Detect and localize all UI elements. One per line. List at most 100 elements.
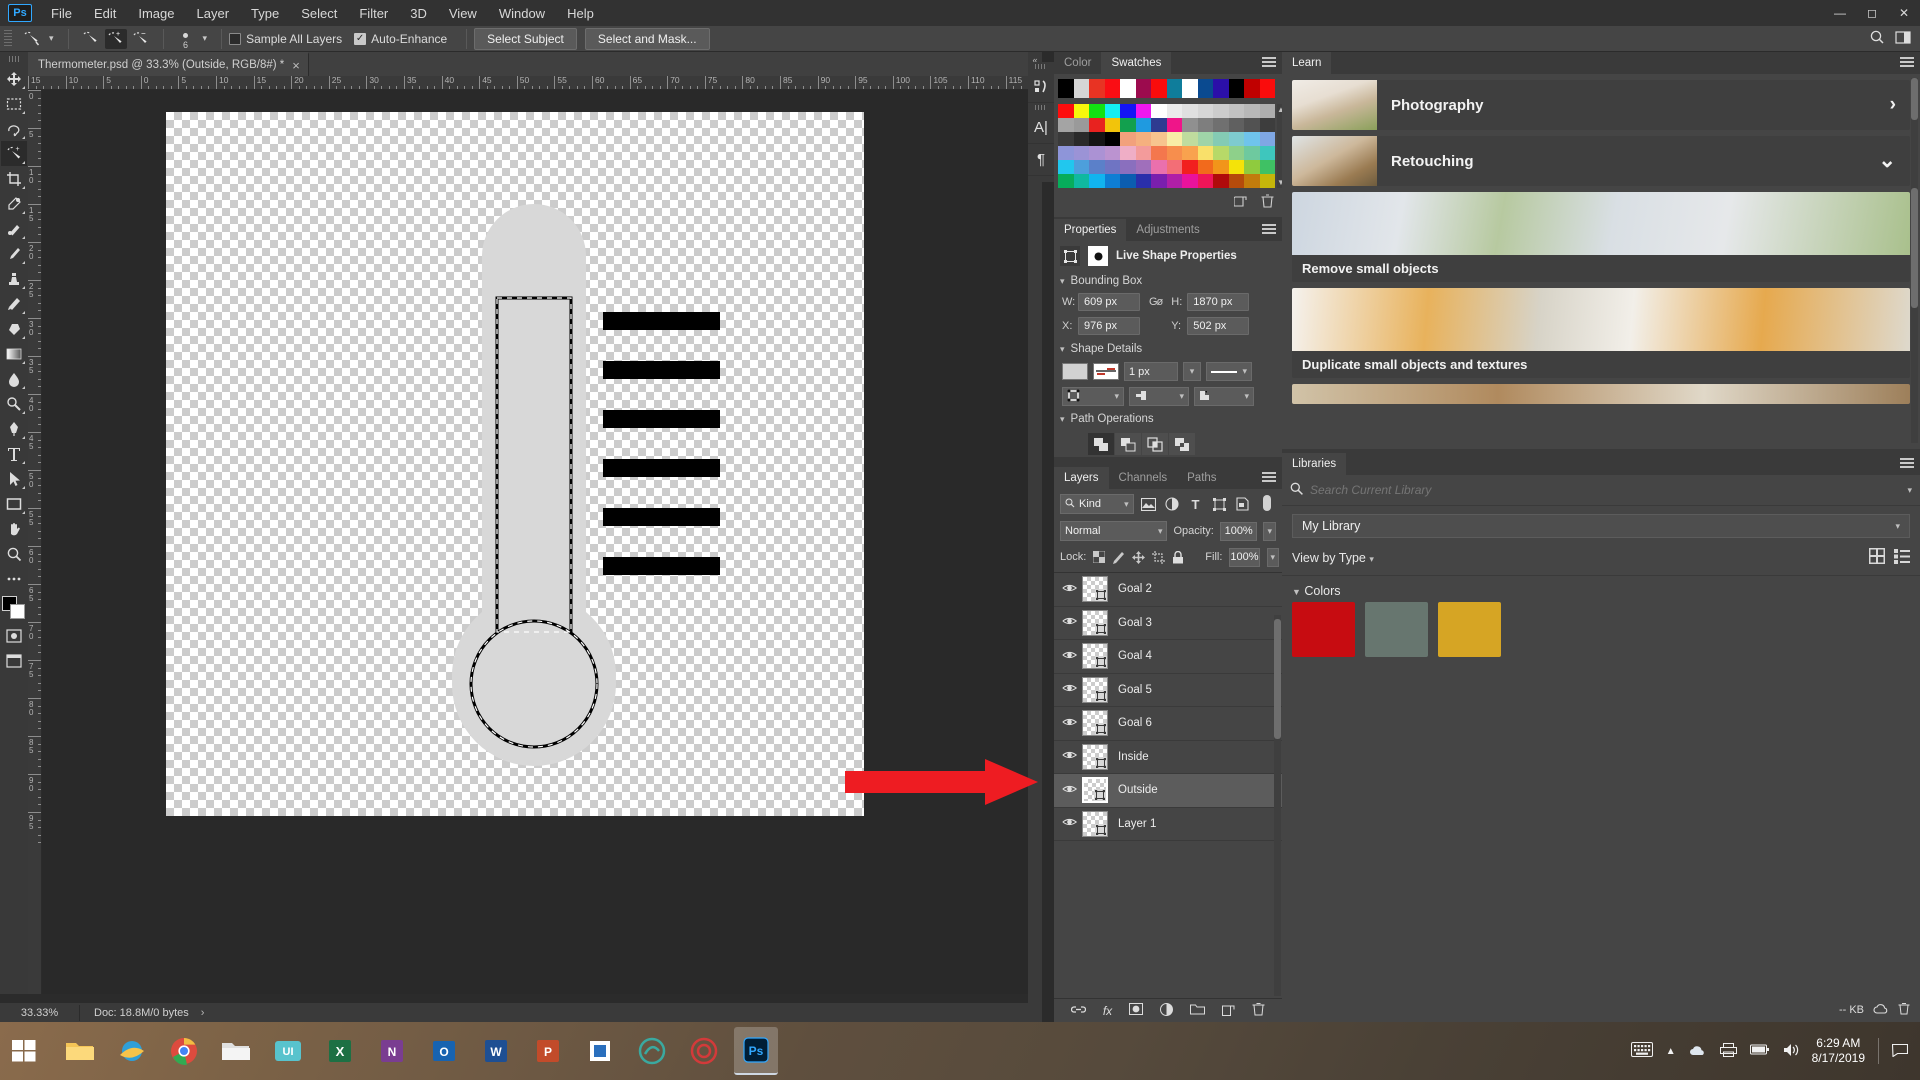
stroke-width-combo[interactable]: 1 px (1124, 362, 1178, 381)
learn-panel-menu-icon[interactable] (1900, 57, 1914, 69)
recent-swatch[interactable] (1073, 79, 1089, 98)
swatch[interactable] (1166, 160, 1182, 174)
new-swatch-icon[interactable] (1233, 194, 1247, 211)
gradient-tool[interactable] (1, 341, 27, 366)
swatch[interactable] (1228, 132, 1244, 146)
layer-visibility-icon[interactable] (1056, 583, 1082, 596)
layer-row[interactable]: Outside (1054, 774, 1282, 808)
subtract-from-selection-icon[interactable]: − (130, 29, 152, 49)
swatch[interactable] (1104, 104, 1120, 118)
library-color-swatch[interactable] (1292, 602, 1355, 657)
swatch[interactable] (1089, 174, 1105, 188)
paragraph-panel-icon[interactable]: ¶ (1028, 144, 1054, 176)
lock-position-icon[interactable] (1132, 547, 1146, 567)
layer-kind-filter[interactable]: Kind ▾ (1060, 494, 1134, 514)
swatch[interactable] (1259, 174, 1275, 188)
layer-row[interactable]: Inside (1054, 741, 1282, 774)
view-by-type-chevron-icon[interactable]: ▾ (1369, 554, 1374, 564)
grid-view-icon[interactable] (1869, 548, 1885, 567)
swatch[interactable] (1228, 160, 1244, 174)
brush-tool[interactable] (1, 241, 27, 266)
recent-swatch[interactable] (1197, 79, 1213, 98)
swatch[interactable] (1135, 118, 1151, 132)
tab-color[interactable]: Color (1054, 52, 1102, 74)
library-selector[interactable]: My Library ▾ (1292, 514, 1910, 538)
swatch[interactable] (1259, 132, 1275, 146)
swatch[interactable] (1182, 118, 1198, 132)
library-search-row[interactable]: ▾ (1282, 475, 1920, 506)
layer-row[interactable]: Goal 5 (1054, 674, 1282, 707)
swatch[interactable] (1259, 160, 1275, 174)
new-layer-icon[interactable] (1222, 1003, 1235, 1019)
status-expand-icon[interactable]: › (201, 1007, 205, 1019)
taskbar-item-snip-tool[interactable] (578, 1027, 622, 1075)
clone-stamp-tool[interactable] (1, 266, 27, 291)
spot-healing-brush-tool[interactable] (1, 216, 27, 241)
menu-select[interactable]: Select (290, 2, 348, 25)
tab-adjustments[interactable]: Adjustments (1126, 219, 1210, 241)
swatch[interactable] (1073, 118, 1089, 132)
layers-scrollbar[interactable] (1274, 615, 1281, 996)
swatch[interactable] (1244, 104, 1260, 118)
history-brush-tool[interactable] (1, 291, 27, 316)
menu-layer[interactable]: Layer (186, 2, 241, 25)
taskbar-item-app-teal[interactable] (630, 1027, 674, 1075)
chevron-right-icon[interactable]: › (1890, 94, 1896, 116)
swatch[interactable] (1104, 132, 1120, 146)
mini-dock-grip-2[interactable] (1035, 105, 1047, 110)
swatch[interactable] (1244, 174, 1260, 188)
recent-swatch[interactable] (1058, 79, 1074, 98)
stroke-corner-combo[interactable]: ▾ (1194, 387, 1254, 406)
swatch[interactable] (1089, 104, 1105, 118)
exclude-overlapping-shapes-icon[interactable] (1169, 433, 1195, 455)
document-tab[interactable]: Thermometer.psd @ 33.3% (Outside, RGB/8#… (28, 52, 309, 76)
cloud-sync-icon[interactable] (1873, 1003, 1889, 1017)
path-operations-section-title[interactable]: ▾ Path Operations (1054, 409, 1282, 429)
swatch[interactable] (1058, 118, 1074, 132)
search-icon[interactable] (1869, 29, 1885, 48)
taskbar-item-folder[interactable] (214, 1027, 258, 1075)
swatch[interactable] (1120, 132, 1136, 146)
auto-enhance-box[interactable]: ✓ (354, 32, 367, 45)
mini-dock-grip[interactable] (1035, 64, 1047, 69)
swatch[interactable] (1213, 104, 1229, 118)
lock-transparent-pixels-icon[interactable] (1093, 547, 1106, 567)
taskbar-item-file-explorer[interactable] (58, 1027, 102, 1075)
new-selection-icon[interactable] (80, 29, 102, 49)
eraser-tool[interactable] (1, 316, 27, 341)
chevron-down-icon[interactable]: ⌄ (1878, 150, 1896, 171)
swatch[interactable] (1197, 146, 1213, 160)
link-width-height-icon[interactable]: Gø (1149, 296, 1163, 308)
color-panel-menu-icon[interactable] (1262, 57, 1276, 69)
swatch[interactable] (1058, 174, 1074, 188)
toolbar-grip[interactable] (9, 56, 19, 62)
recent-swatch[interactable] (1151, 79, 1167, 98)
layer-row[interactable]: Goal 2 (1054, 573, 1282, 607)
adjustment-layer-icon[interactable] (1160, 1002, 1174, 1019)
background-color-swatch[interactable] (10, 604, 25, 619)
swatch[interactable] (1135, 160, 1151, 174)
tutorial-remove-small-objects[interactable]: Remove small objects (1292, 192, 1910, 282)
swatch[interactable] (1213, 160, 1229, 174)
pixel-filter-icon[interactable] (1139, 494, 1158, 514)
stroke-width-chevron[interactable]: ▾ (1183, 362, 1201, 381)
taskbar-item-ui-app[interactable]: UI (266, 1027, 310, 1075)
swatch[interactable] (1182, 132, 1198, 146)
taskbar-item-powerpoint[interactable]: P (526, 1027, 570, 1075)
layer-style-icon[interactable]: fx (1103, 1004, 1112, 1018)
select-subject-button[interactable]: Select Subject (474, 27, 577, 50)
tab-paths[interactable]: Paths (1177, 467, 1227, 489)
onedrive-icon[interactable] (1689, 1044, 1707, 1059)
layer-visibility-icon[interactable] (1056, 616, 1082, 629)
quick-mask-button[interactable] (1, 623, 27, 648)
crop-tool[interactable] (1, 166, 27, 191)
hand-tool[interactable] (1, 516, 27, 541)
tab-layers[interactable]: Layers (1054, 467, 1109, 489)
more-tools-button[interactable] (1, 566, 27, 591)
layer-row[interactable]: Layer 1 (1054, 808, 1282, 841)
stroke-align-combo[interactable]: ▾ (1062, 387, 1124, 406)
tab-channels[interactable]: Channels (1108, 467, 1178, 489)
library-color-swatch[interactable] (1365, 602, 1428, 657)
swatch[interactable] (1073, 160, 1089, 174)
layer-visibility-icon[interactable] (1056, 784, 1082, 797)
